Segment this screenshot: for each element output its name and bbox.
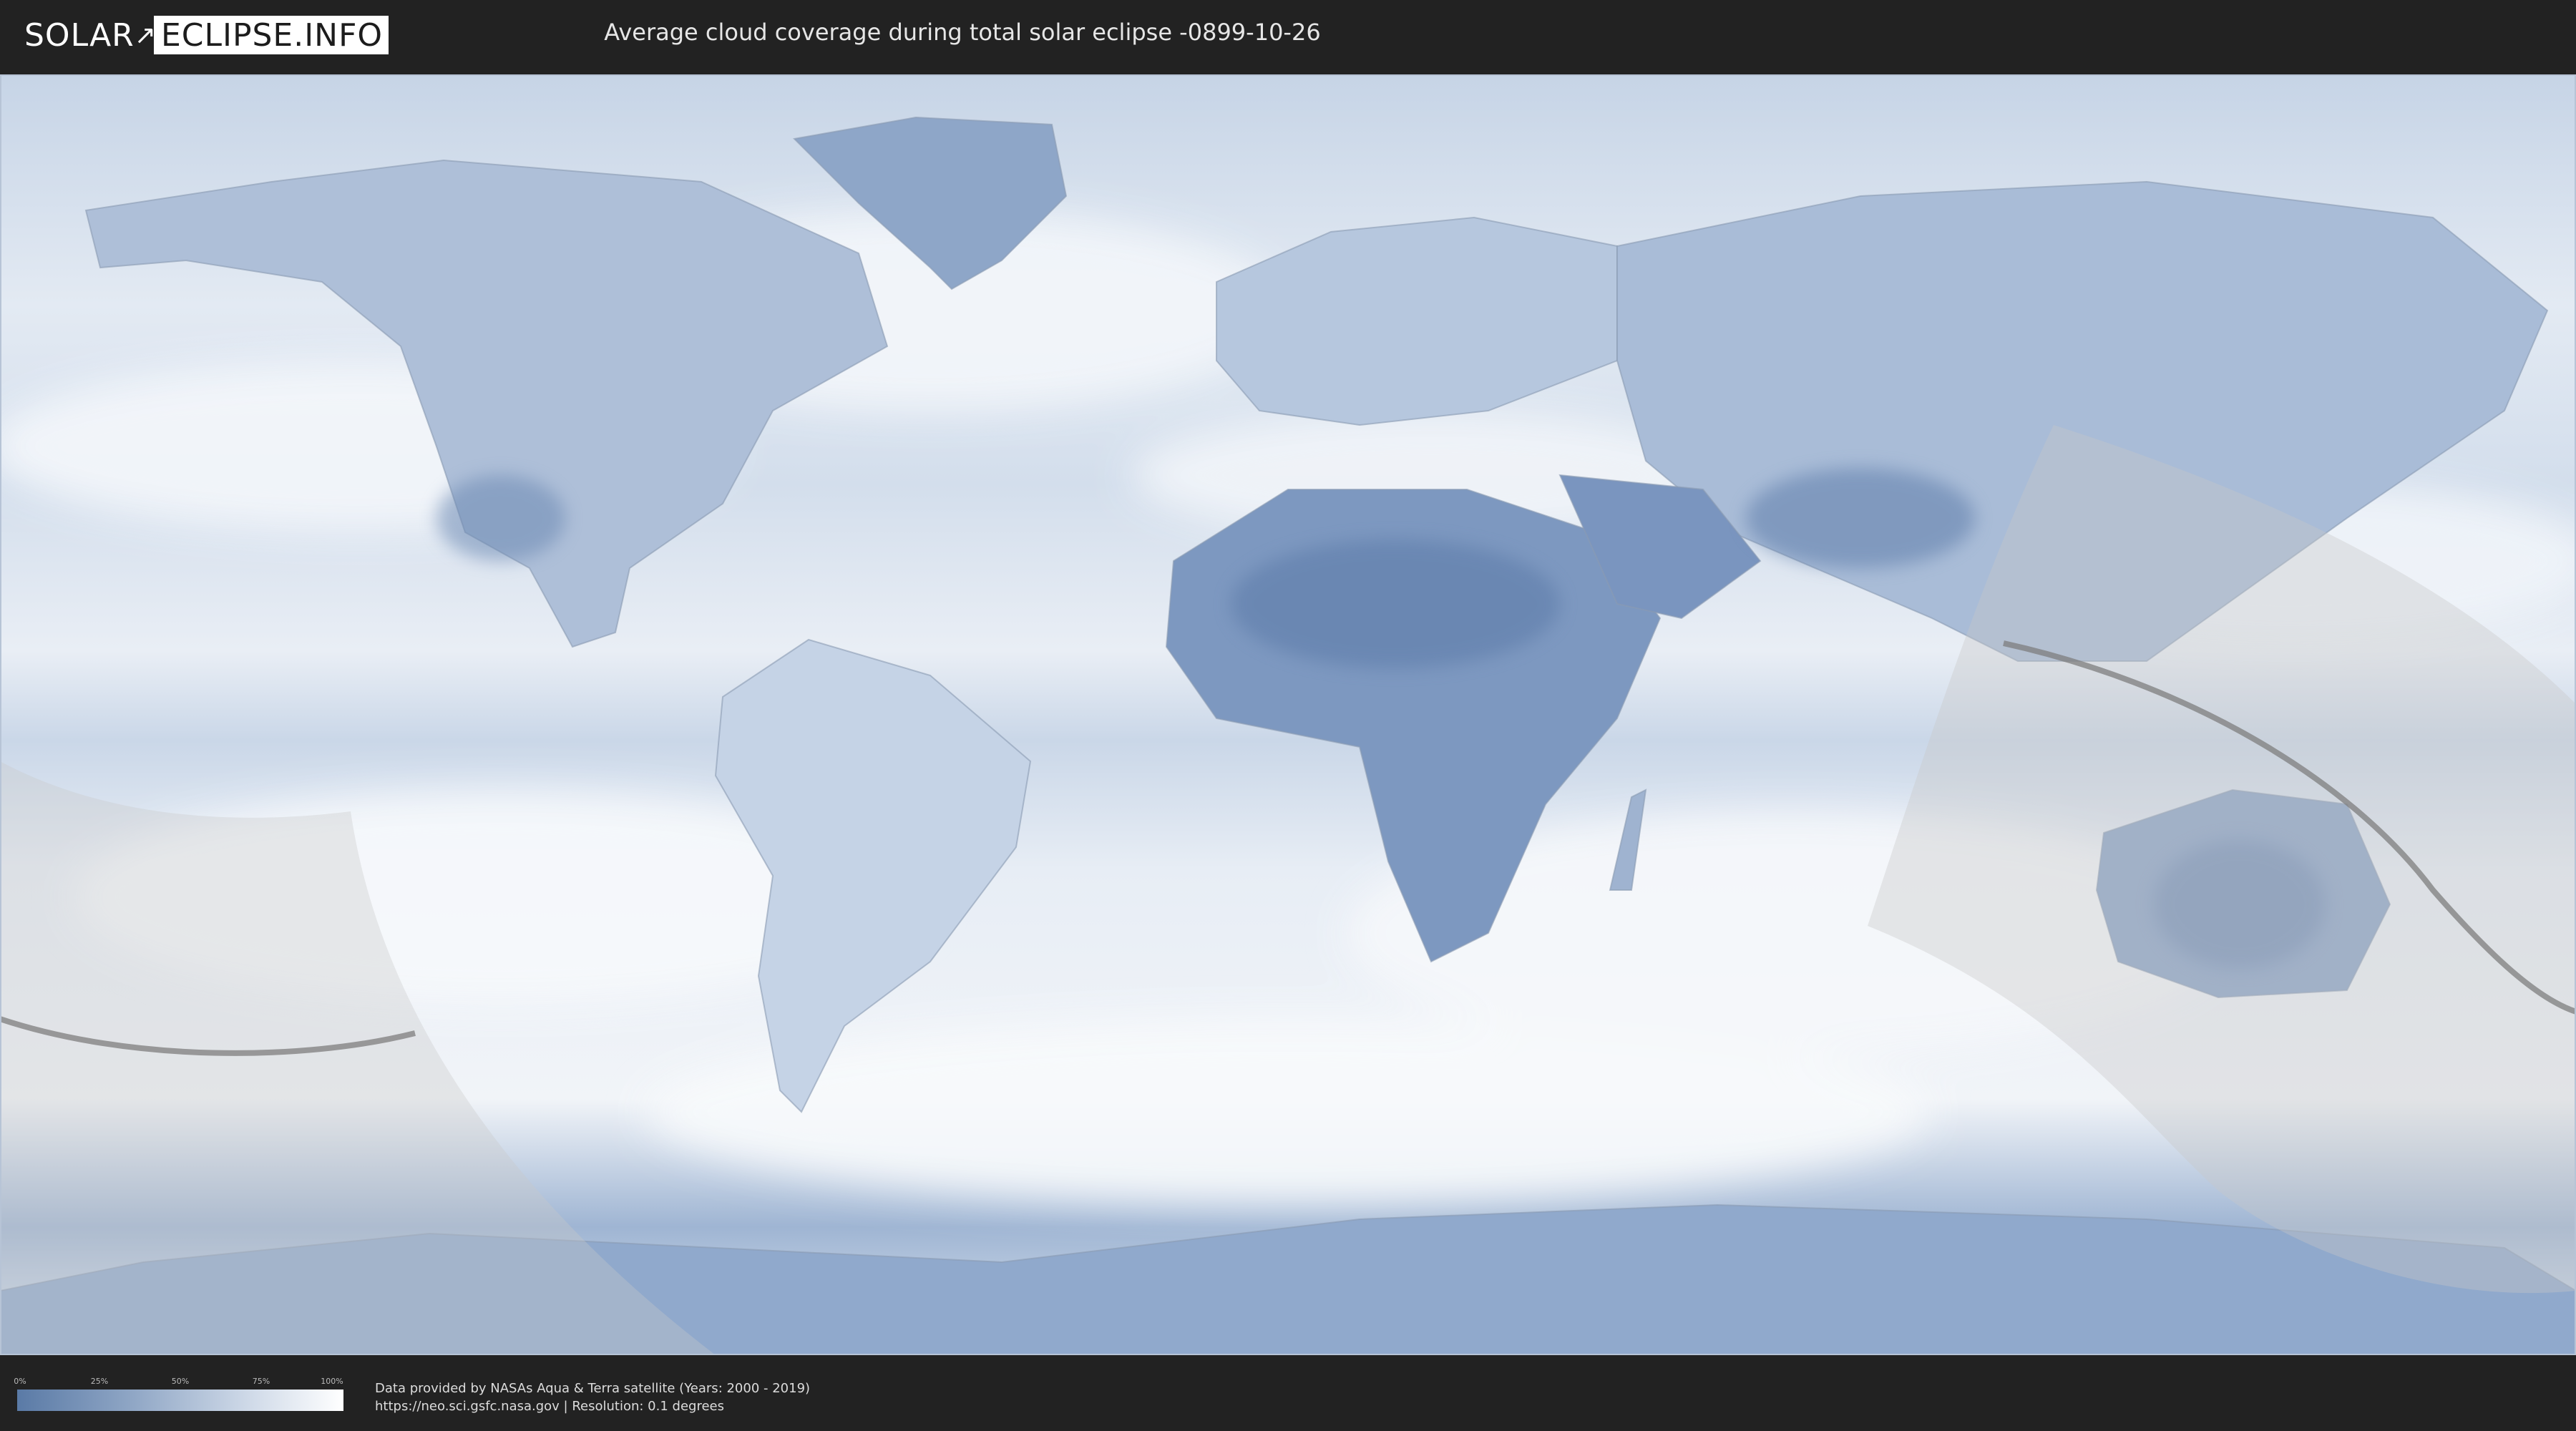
data-credits: Data provided by NASAs Aqua & Terra sate… xyxy=(375,1379,810,1415)
credits-url-line: https://neo.sci.gsfc.nasa.gov | Resoluti… xyxy=(375,1399,724,1414)
credits-source-line: Data provided by NASAs Aqua & Terra sate… xyxy=(375,1381,811,1396)
cloud-coverage-legend: 0% 25% 50% 75% 100% xyxy=(14,1377,343,1414)
header-bar: SOLAR ↗ ECLIPSE.INFO Average cloud cover… xyxy=(0,0,2576,72)
legend-tick-75: 75% xyxy=(252,1377,270,1386)
legend-tick-25: 25% xyxy=(90,1377,109,1386)
legend-tick-100: 100% xyxy=(321,1377,343,1386)
legend-tick-0: 0% xyxy=(14,1377,26,1386)
cloud-coverage-map[interactable] xyxy=(0,74,2576,1355)
page-title: Average cloud coverage during total sola… xyxy=(604,19,1321,46)
legend-color-bar xyxy=(17,1390,343,1411)
legend-tick-50: 50% xyxy=(171,1377,190,1386)
